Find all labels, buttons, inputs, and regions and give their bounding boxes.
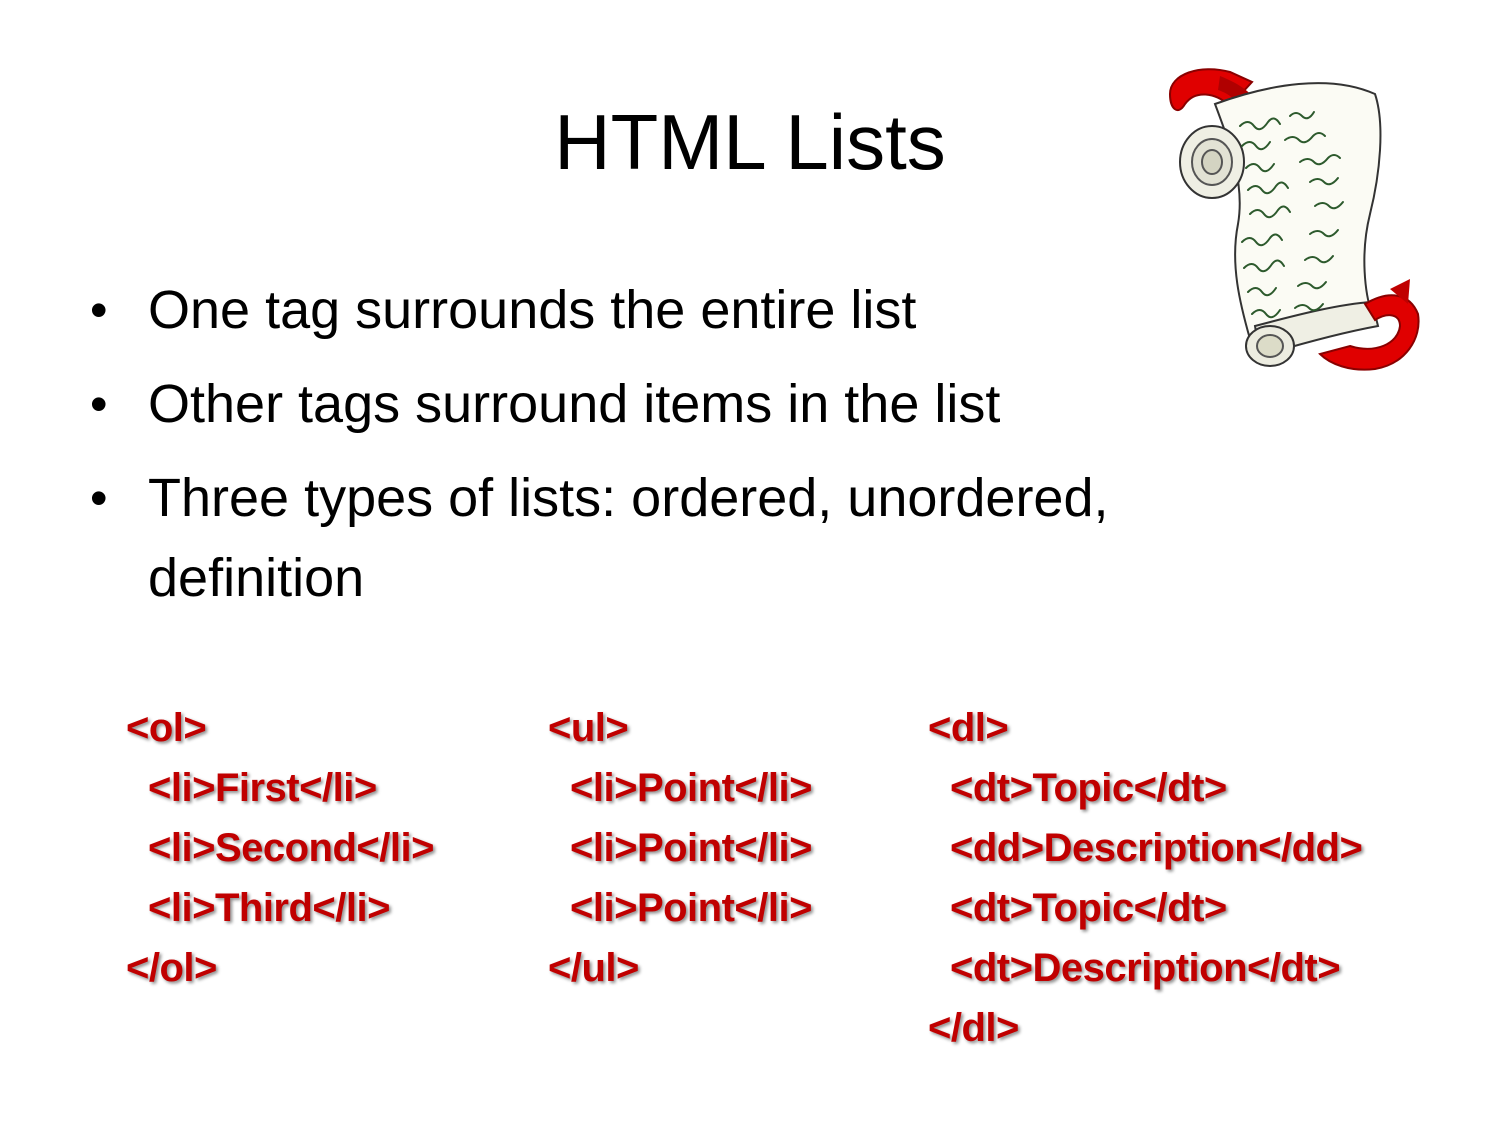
code-item: <li>Third</li>	[148, 886, 390, 930]
slide: HTML Lists • One tag surrounds the entir…	[0, 0, 1500, 1125]
code-item: <li>First</li>	[148, 766, 377, 810]
code-open-tag: <ul>	[548, 706, 629, 750]
bullet-marker: •	[90, 470, 108, 526]
code-item: <li>Second</li>	[148, 826, 434, 870]
code-item: <li>Point</li>	[570, 886, 812, 930]
code-item: <dd>Description</dd>	[950, 826, 1363, 870]
bullet-marker: •	[90, 376, 108, 432]
bullet-marker: •	[90, 282, 108, 338]
code-open-tag: <dl>	[928, 706, 1009, 750]
bullet-text: Other tags surround items in the list	[148, 374, 1001, 434]
code-open-tag: <ol>	[126, 706, 207, 750]
bullet-text: Three types of lists: ordered, unordered…	[148, 468, 1109, 608]
code-close-tag: </dl>	[928, 1006, 1019, 1050]
bullet-list: • One tag surrounds the entire list • Ot…	[90, 270, 1290, 632]
code-close-tag: </ol>	[126, 946, 217, 990]
code-close-tag: </ul>	[548, 946, 639, 990]
code-item: <dt>Description</dt>	[950, 946, 1341, 990]
code-item: <li>Point</li>	[570, 826, 812, 870]
bullet-item: • Other tags surround items in the list	[90, 364, 1290, 444]
bullet-text: One tag surrounds the entire list	[148, 280, 917, 340]
unordered-list-code: <ul> <li>Point</li> <li>Point</li> <li>P…	[548, 698, 812, 998]
definition-list-code: <dl> <dt>Topic</dt> <dd>Description</dd>…	[928, 698, 1363, 1058]
bullet-item: • One tag surrounds the entire list	[90, 270, 1290, 350]
code-item: <dt>Topic</dt>	[950, 766, 1227, 810]
code-item: <dt>Topic</dt>	[950, 886, 1227, 930]
code-item: <li>Point</li>	[570, 766, 812, 810]
ordered-list-code: <ol> <li>First</li> <li>Second</li> <li>…	[126, 698, 434, 998]
bullet-item: • Three types of lists: ordered, unorder…	[90, 458, 1290, 618]
